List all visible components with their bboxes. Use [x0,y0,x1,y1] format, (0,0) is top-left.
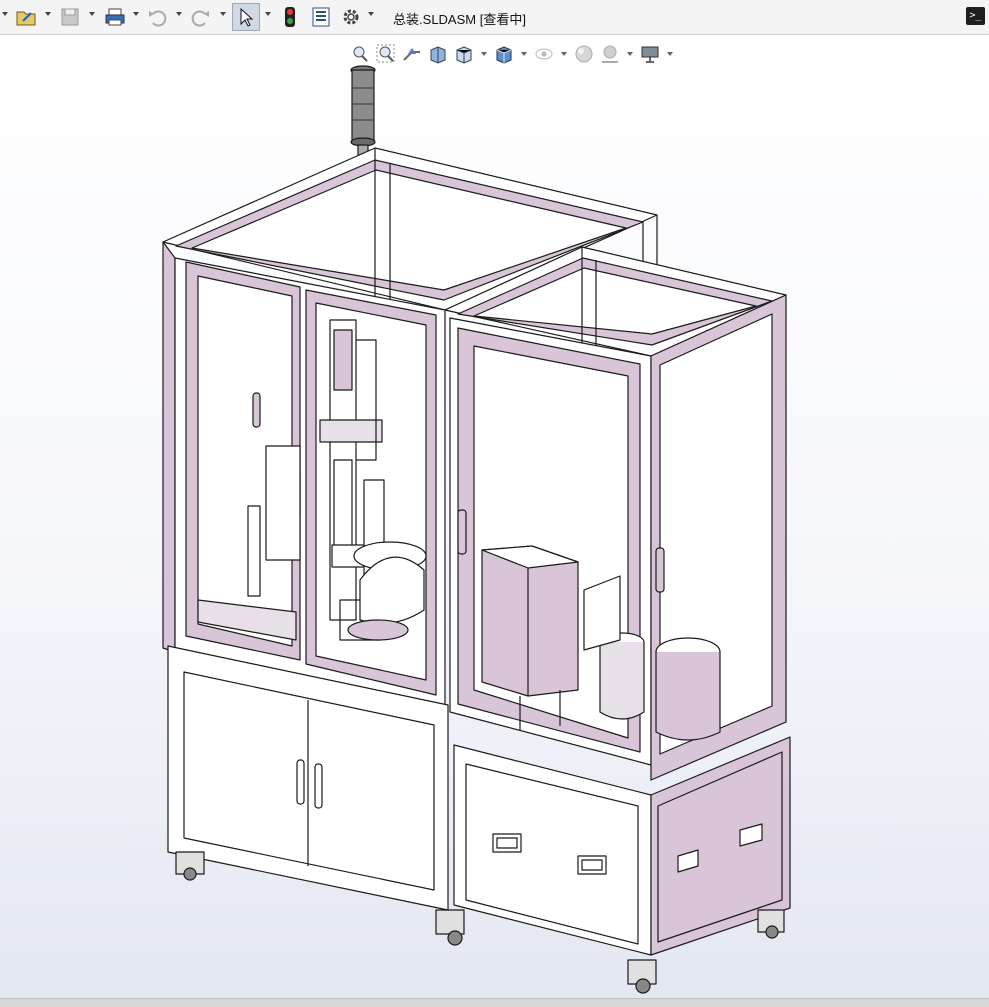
command-prompt-icon[interactable]: >_ [966,7,985,25]
assembly-model[interactable] [0,36,989,998]
toolbar: 总装.SLDASM [查看中] >_ [0,0,989,35]
signal-tower[interactable] [350,65,376,156]
window-title: 总装.SLDASM [查看中] [393,12,526,27]
graphics-viewport[interactable] [0,36,989,998]
right-cabinet[interactable] [444,246,791,994]
